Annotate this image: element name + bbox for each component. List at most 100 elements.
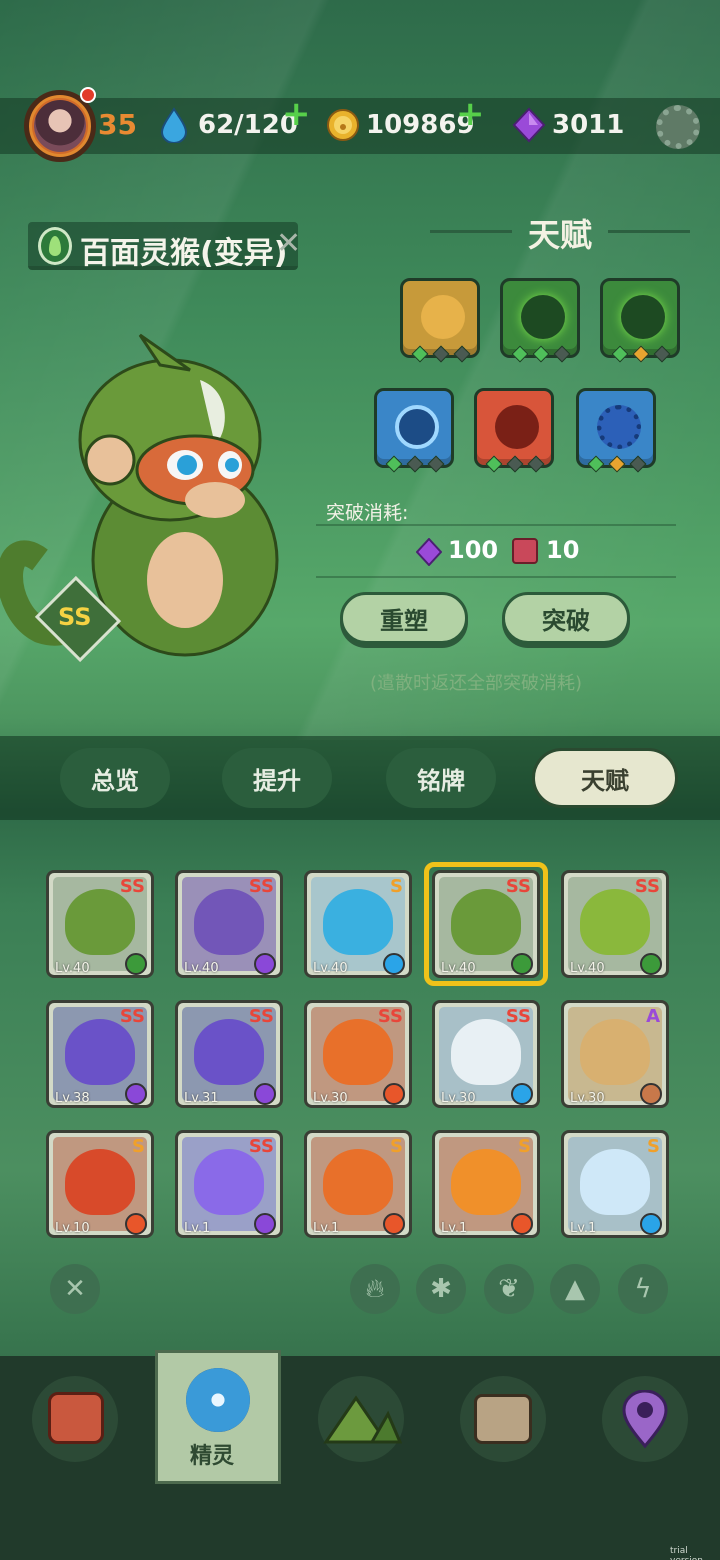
fire-element-icon bbox=[383, 1083, 405, 1105]
nav-spirits-label: 精灵 bbox=[190, 1444, 235, 1469]
pet-card[interactable]: SS Lv.40 bbox=[175, 870, 283, 978]
gear-shield-icon bbox=[597, 405, 641, 449]
level-label: Lv.30 bbox=[570, 1091, 605, 1106]
pet-card[interactable]: SS Lv.40 bbox=[561, 870, 669, 978]
pet-card[interactable]: SS Lv.40 bbox=[46, 870, 154, 978]
chest-icon bbox=[474, 1394, 532, 1444]
coins-display: 109869 bbox=[326, 107, 475, 143]
purple-gem-icon bbox=[415, 537, 443, 570]
pet-card[interactable]: SS Lv.31 bbox=[175, 1000, 283, 1108]
rank-label: S bbox=[647, 1136, 660, 1157]
eye-icon bbox=[395, 405, 439, 449]
rank-label: SS bbox=[119, 1006, 145, 1027]
rock-element-icon bbox=[640, 1083, 662, 1105]
talent-gems-4 bbox=[385, 455, 445, 473]
pet-card[interactable]: S Lv.1 bbox=[432, 1130, 540, 1238]
pet-card[interactable]: S Lv.1 bbox=[561, 1130, 669, 1238]
add-stamina-button[interactable]: + bbox=[282, 94, 311, 134]
leaf-element-icon bbox=[640, 953, 662, 975]
device-icon bbox=[48, 1392, 104, 1444]
bolt-element-icon bbox=[254, 953, 276, 975]
water-drop-icon bbox=[158, 107, 190, 144]
level-label: Lv.31 bbox=[184, 1091, 219, 1106]
close-icon[interactable]: ✕ bbox=[276, 226, 301, 261]
divider bbox=[316, 576, 676, 578]
breakthrough-button[interactable]: 突破 bbox=[502, 592, 630, 644]
bolt-filter-icon[interactable]: ϟ bbox=[618, 1264, 668, 1314]
ornament-right bbox=[608, 230, 690, 233]
tab-upgrade[interactable]: 提升 bbox=[222, 748, 332, 808]
avatar[interactable] bbox=[34, 100, 86, 152]
level-label: Lv.38 bbox=[55, 1091, 90, 1106]
gear-icon[interactable] bbox=[656, 105, 700, 149]
mountain-icon bbox=[323, 1395, 402, 1444]
pet-card[interactable]: SS Lv.30 bbox=[304, 1000, 412, 1108]
rank-label: SS bbox=[119, 876, 145, 897]
pet-portrait bbox=[194, 889, 264, 955]
pet-portrait bbox=[580, 889, 650, 955]
book-item-icon bbox=[512, 538, 538, 564]
level-label: Lv.1 bbox=[441, 1221, 468, 1236]
pet-card[interactable]: S Lv.40 bbox=[304, 870, 412, 978]
rank-label: S bbox=[132, 1136, 145, 1157]
refund-note: (遣散时返还全部突破消耗) bbox=[370, 673, 583, 694]
pet-card[interactable]: SS Lv.30 bbox=[432, 1000, 540, 1108]
pet-portrait bbox=[580, 1019, 650, 1085]
ice-filter-icon[interactable]: ✱ bbox=[416, 1264, 466, 1314]
leaf-filter-icon[interactable]: ❦ bbox=[484, 1264, 534, 1314]
clear-filter-button[interactable]: ✕ bbox=[50, 1264, 100, 1314]
level-label: Lv.40 bbox=[313, 961, 348, 976]
pet-portrait bbox=[580, 1149, 650, 1215]
breakthrough-cost-label: 突破消耗: bbox=[326, 502, 409, 524]
divider bbox=[316, 524, 676, 526]
cost-item-value: 10 bbox=[546, 536, 580, 564]
pet-card[interactable]: S Lv.1 bbox=[304, 1130, 412, 1238]
rank-label: SS bbox=[505, 1006, 531, 1027]
level-label: Lv.40 bbox=[184, 961, 219, 976]
level-label: Lv.30 bbox=[313, 1091, 348, 1106]
pet-portrait bbox=[194, 1149, 264, 1215]
talent-gems-6 bbox=[587, 455, 647, 473]
pet-portrait bbox=[194, 1019, 264, 1085]
pet-portrait bbox=[323, 1149, 393, 1215]
spirit-vortex-icon bbox=[186, 1368, 250, 1432]
tab-nameplate[interactable]: 铭牌 bbox=[386, 748, 496, 808]
pet-card[interactable]: S Lv.10 bbox=[46, 1130, 154, 1238]
rank-badge-label: SS bbox=[58, 603, 92, 631]
purple-gem-icon bbox=[512, 107, 546, 143]
fire-element-icon bbox=[511, 1213, 533, 1235]
talent-gems-3 bbox=[611, 345, 671, 363]
pet-portrait bbox=[65, 1149, 135, 1215]
pet-card[interactable]: A Lv.30 bbox=[561, 1000, 669, 1108]
cost-gem-value: 100 bbox=[448, 536, 499, 564]
player-level: 35 bbox=[98, 108, 137, 141]
coin-icon bbox=[326, 107, 359, 143]
ice-element-icon bbox=[511, 1083, 533, 1105]
watermark: trial version bbox=[670, 1546, 703, 1560]
stamina-display: 62/120 bbox=[158, 107, 298, 144]
tab-overview[interactable]: 总览 bbox=[60, 748, 170, 808]
bolt-element-icon bbox=[125, 1083, 147, 1105]
leaf-element-icon bbox=[38, 227, 72, 265]
talent-symbol-icon bbox=[521, 295, 565, 339]
rock-filter-icon[interactable]: ▲ bbox=[550, 1264, 600, 1314]
talent-gems-1 bbox=[411, 345, 471, 363]
fire-element-icon bbox=[125, 1213, 147, 1235]
level-label: Lv.1 bbox=[313, 1221, 340, 1236]
rank-label: SS bbox=[377, 1006, 403, 1027]
ice-element-icon bbox=[640, 1213, 662, 1235]
level-label: Lv.40 bbox=[570, 961, 605, 976]
rank-label: A bbox=[646, 1006, 660, 1027]
reset-button[interactable]: 重塑 bbox=[340, 592, 468, 644]
level-label: Lv.1 bbox=[570, 1221, 597, 1236]
add-coins-button[interactable]: + bbox=[456, 94, 485, 134]
pet-card[interactable]: SS Lv.1 bbox=[175, 1130, 283, 1238]
tab-talent[interactable]: 天赋 bbox=[532, 748, 678, 808]
pet-card[interactable]: SS Lv.38 bbox=[46, 1000, 154, 1108]
talent-symbol-icon bbox=[421, 295, 465, 339]
talent-gems-5 bbox=[485, 455, 545, 473]
fire-filter-icon[interactable]: 🔥︎ bbox=[350, 1264, 400, 1314]
level-label: Lv.30 bbox=[441, 1091, 476, 1106]
pet-portrait bbox=[323, 889, 393, 955]
ornament-left bbox=[430, 230, 512, 233]
